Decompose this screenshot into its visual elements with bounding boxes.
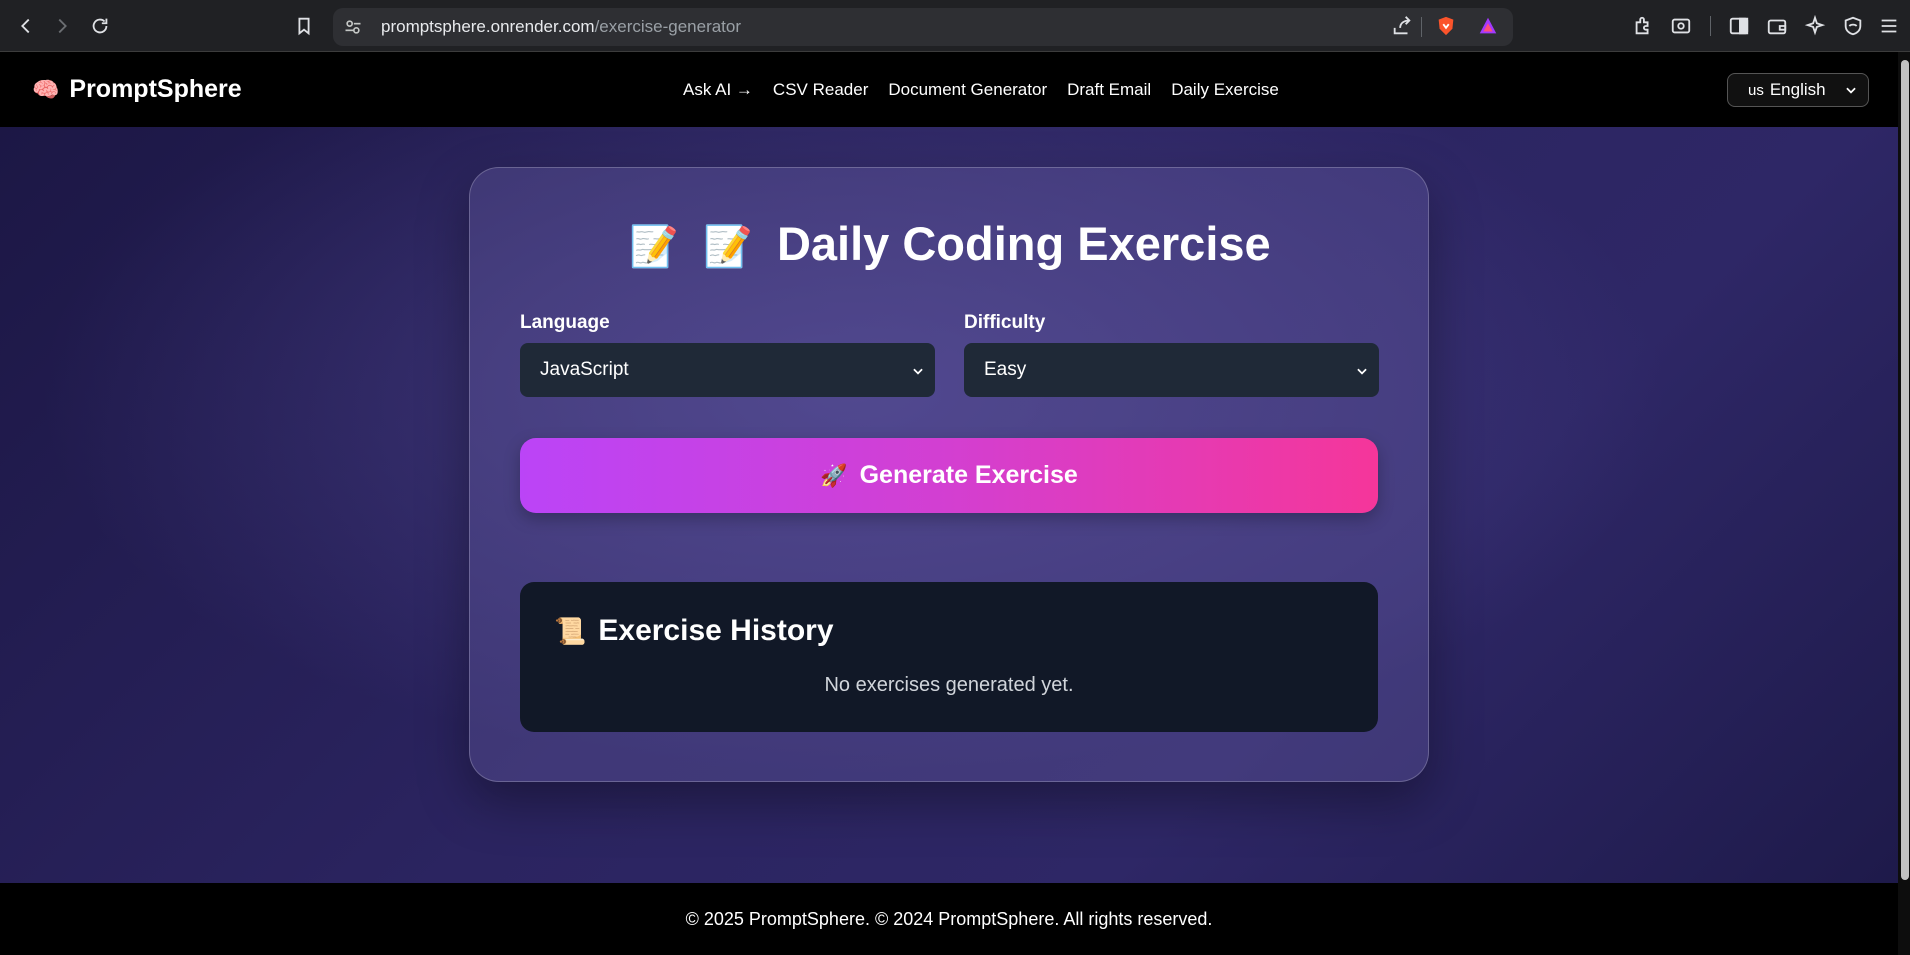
extensions-icon[interactable] bbox=[1630, 13, 1656, 39]
brain-icon: 🧠 bbox=[32, 76, 60, 102]
wallet-icon[interactable] bbox=[1764, 13, 1790, 39]
footer: © 2025 PromptSphere. © 2024 PromptSphere… bbox=[0, 883, 1898, 955]
site-header: 🧠 PromptSphere Ask AI → CSV Reader Docum… bbox=[0, 52, 1898, 127]
brave-shields-icon[interactable] bbox=[1433, 13, 1459, 39]
chevron-down-icon bbox=[1357, 368, 1367, 375]
language-dropdown[interactable]: JavaScript bbox=[520, 343, 935, 397]
site-settings-icon[interactable] bbox=[343, 17, 363, 37]
menu-icon[interactable] bbox=[1876, 13, 1902, 39]
nav-csv-reader[interactable]: CSV Reader bbox=[773, 80, 868, 100]
language-select[interactable]: us English bbox=[1727, 73, 1869, 107]
language-label: Language bbox=[520, 312, 610, 333]
address-bar[interactable]: promptsphere.onrender.com/exercise-gener… bbox=[333, 8, 1513, 46]
bookmark-icon[interactable] bbox=[290, 12, 318, 40]
memo-icon: 📝 bbox=[629, 225, 680, 269]
back-icon[interactable] bbox=[12, 12, 40, 40]
history-title: 📜 Exercise History bbox=[554, 614, 834, 647]
difficulty-label: Difficulty bbox=[964, 312, 1046, 333]
flag-icon: us bbox=[1748, 81, 1764, 99]
exercise-history-panel: 📜 Exercise History No exercises generate… bbox=[520, 582, 1378, 732]
leo-ai-icon[interactable] bbox=[1802, 13, 1828, 39]
nav-daily-exercise[interactable]: Daily Exercise bbox=[1171, 80, 1279, 100]
chevron-down-icon bbox=[1846, 87, 1856, 94]
logo-text: PromptSphere bbox=[69, 75, 242, 103]
main-nav: Ask AI → CSV Reader Document Generator D… bbox=[683, 52, 1279, 127]
generate-exercise-label: Generate Exercise bbox=[859, 461, 1078, 489]
exercise-card: 📝 📝 Daily Coding Exercise Language JavaScr… bbox=[469, 167, 1429, 782]
difficulty-dropdown[interactable]: Easy bbox=[964, 343, 1379, 397]
vpn-icon[interactable] bbox=[1840, 13, 1866, 39]
difficulty-dropdown-value: Easy bbox=[984, 359, 1027, 380]
nav-ask-ai[interactable]: Ask AI → bbox=[683, 80, 753, 100]
chevron-down-icon bbox=[913, 368, 923, 375]
share-icon[interactable] bbox=[1389, 13, 1415, 39]
scroll-icon: 📜 bbox=[554, 615, 587, 646]
memo-icon: 📝 bbox=[703, 225, 753, 269]
history-empty-message: No exercises generated yet. bbox=[824, 674, 1074, 696]
scrollbar-thumb[interactable] bbox=[1901, 60, 1909, 880]
page-search-icon[interactable] bbox=[1668, 13, 1694, 39]
copyright-text: © 2025 PromptSphere. © 2024 PromptSphere… bbox=[685, 908, 1213, 929]
brave-rewards-icon[interactable] bbox=[1475, 13, 1501, 39]
language-select-value: English bbox=[1769, 80, 1826, 99]
generate-exercise-button[interactable]: 🚀 Generate Exercise bbox=[520, 438, 1378, 513]
browser-toolbar: promptsphere.onrender.com/exercise-gener… bbox=[0, 0, 1910, 52]
rocket-icon: 🚀 bbox=[820, 462, 848, 488]
forward-icon[interactable] bbox=[48, 12, 76, 40]
sidebar-icon[interactable] bbox=[1726, 13, 1752, 39]
page-title: 📝 📝 Daily Coding Exercise bbox=[629, 217, 1271, 270]
reload-icon[interactable] bbox=[86, 12, 114, 40]
nav-document-generator[interactable]: Document Generator bbox=[888, 80, 1047, 100]
nav-draft-email[interactable]: Draft Email bbox=[1067, 80, 1151, 100]
url-text: promptsphere.onrender.com/exercise-gener… bbox=[381, 17, 742, 36]
logo[interactable]: 🧠 PromptSphere bbox=[32, 52, 242, 127]
language-dropdown-value: JavaScript bbox=[540, 359, 629, 380]
